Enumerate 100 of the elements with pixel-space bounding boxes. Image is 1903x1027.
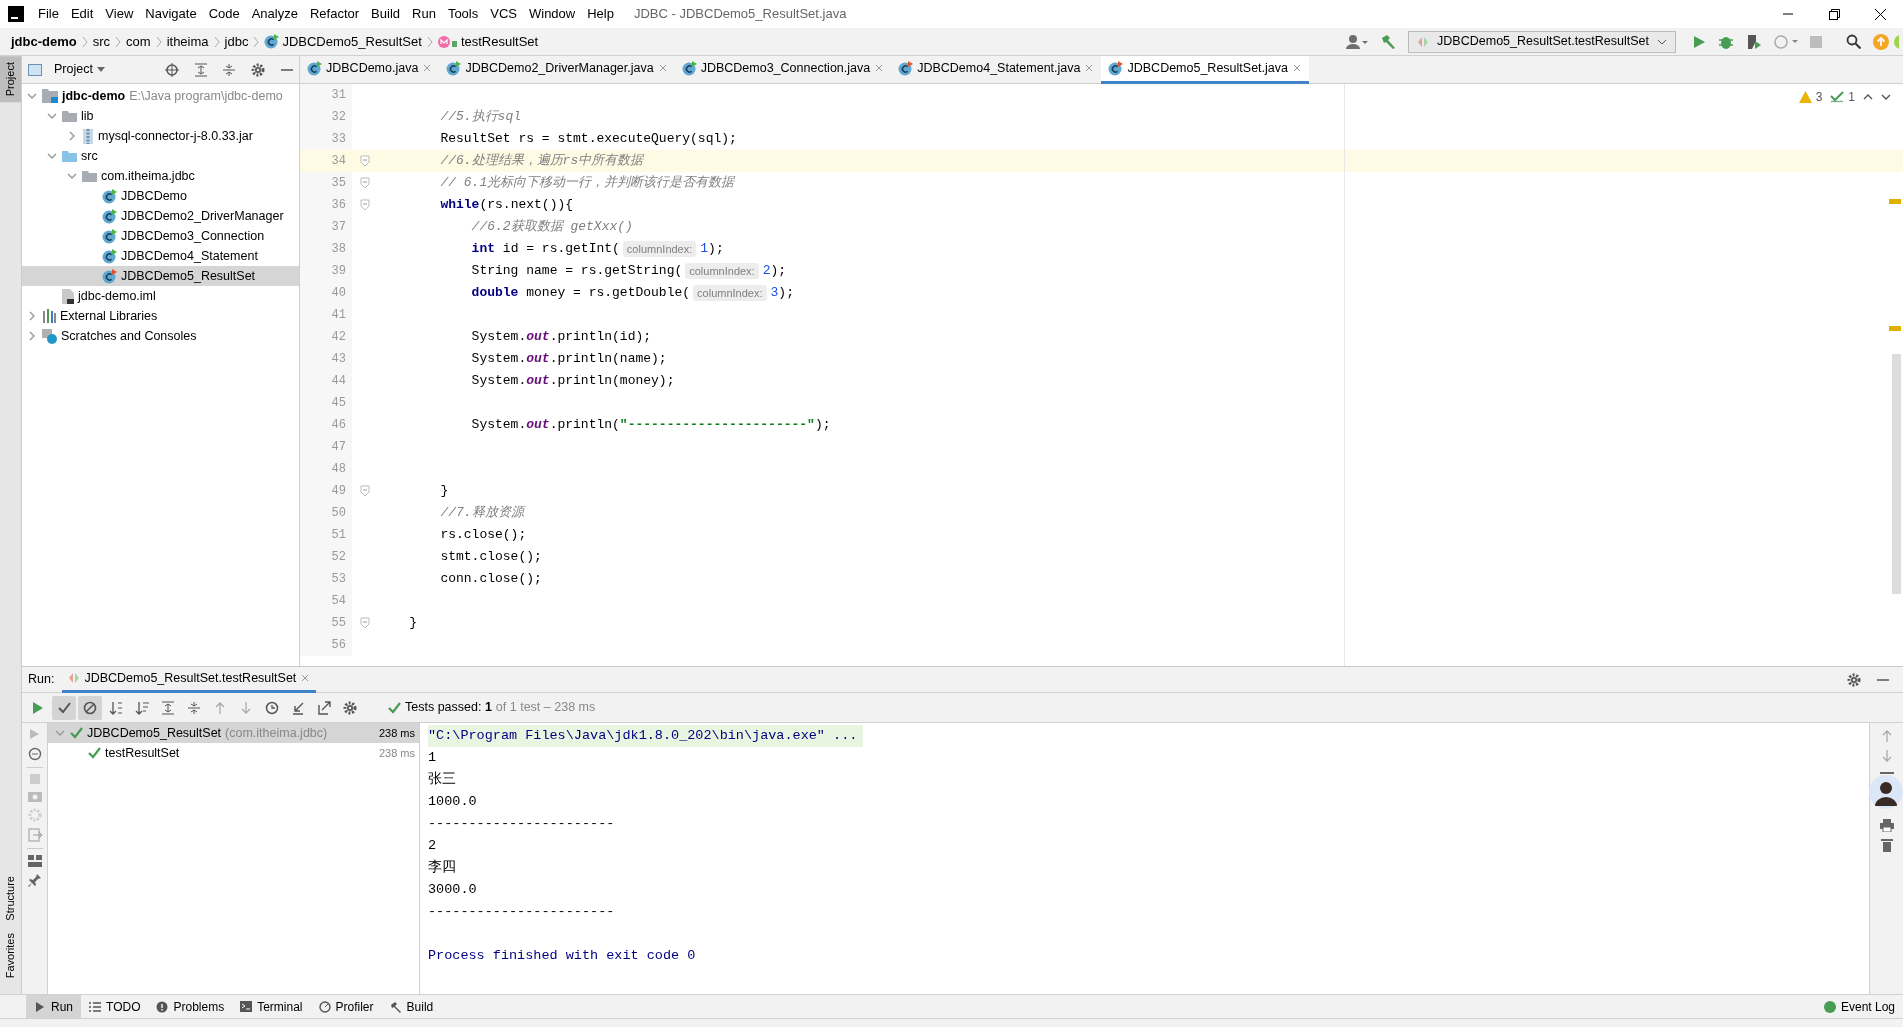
editor-tab[interactable]: JDBCDemo5_ResultSet.java [1101, 55, 1309, 84]
stop-icon[interactable] [29, 774, 40, 784]
tree-item[interactable]: JDBCDemo4_Statement [22, 246, 299, 266]
menu-item[interactable]: Help [581, 4, 620, 24]
tool-window-tab[interactable]: Project [0, 56, 21, 103]
tree-item[interactable]: JDBCDemo5_ResultSet [22, 266, 299, 286]
tool-window-button[interactable]: Terminal [232, 994, 311, 1019]
previous-icon[interactable] [1863, 94, 1873, 100]
show-passed-button[interactable] [52, 695, 76, 720]
code-line: System.out.println(money); [470, 372, 675, 391]
tree-item[interactable]: src [22, 146, 299, 166]
tree-item[interactable]: External Libraries [22, 306, 299, 326]
tool-window-button[interactable]: Problems [148, 994, 233, 1019]
code-line: //7.释放资源 [439, 504, 524, 523]
breadcrumb-item[interactable]: JDBCDemo5_ResultSet [261, 31, 425, 52]
run-icon[interactable] [1692, 34, 1706, 49]
hammer-icon[interactable] [1380, 34, 1397, 51]
menu-item[interactable]: Build [365, 4, 406, 24]
menu-item[interactable]: Code [202, 4, 246, 24]
menu-item[interactable]: Analyze [245, 4, 304, 24]
menu-item[interactable]: File [32, 4, 65, 24]
close-icon[interactable] [1874, 8, 1886, 20]
soft-wrap-icon[interactable] [1879, 769, 1894, 777]
collapse-all-icon[interactable] [223, 62, 235, 77]
print-icon[interactable] [1879, 819, 1894, 832]
tool-window-tab[interactable]: Favorites [0, 926, 21, 984]
restore-icon[interactable] [1828, 8, 1840, 20]
breadcrumb-item[interactable]: jdbc-demo [8, 31, 80, 52]
ignored-button[interactable] [78, 695, 102, 720]
coverage-icon[interactable] [1746, 33, 1762, 50]
tree-item[interactable]: JDBCDemo2_DriverManager [22, 206, 299, 226]
class-icon [102, 188, 117, 204]
settings-icon[interactable] [1847, 672, 1861, 687]
breadcrumb-item[interactable]: testResultSet [434, 31, 542, 52]
menu-item[interactable]: VCS [484, 4, 523, 24]
exit-icon[interactable] [27, 828, 42, 842]
breadcrumb-item[interactable]: itheima [163, 31, 212, 52]
tree-item[interactable]: JDBCDemo3_Connection [22, 226, 299, 246]
run-configuration-dropdown[interactable]: JDBCDemo5_ResultSet.testResultSet [1408, 30, 1676, 53]
fold-icon[interactable] [360, 617, 370, 629]
menu-item[interactable]: Edit [64, 4, 100, 24]
next-icon[interactable] [1881, 94, 1891, 100]
test-tree-item[interactable]: testResultSet 238 ms [48, 743, 419, 763]
editor-tab[interactable]: JDBCDemo4_Statement.java [891, 55, 1102, 84]
tree-item[interactable]: jdbc-demo E:\Java program\jdbc-demo [22, 86, 299, 106]
avatar-icon[interactable] [1869, 775, 1903, 809]
pin-icon[interactable] [27, 873, 42, 887]
up-arrow-icon[interactable] [1880, 729, 1893, 743]
tree-item[interactable]: lib [22, 106, 299, 126]
fold-icon[interactable] [360, 199, 370, 211]
typo-count[interactable]: 1 [1830, 88, 1855, 106]
menu-item[interactable]: View [99, 4, 140, 24]
search-icon[interactable] [1846, 34, 1861, 49]
expand-all-icon[interactable] [195, 62, 207, 77]
tool-window-button[interactable]: TODO [81, 994, 149, 1019]
update-icon[interactable] [1873, 33, 1889, 50]
tool-window-tab[interactable]: Structure [0, 870, 21, 927]
class-icon [1108, 60, 1124, 76]
tool-window-button[interactable]: Build [381, 994, 442, 1019]
locate-icon[interactable] [165, 62, 179, 77]
breadcrumb-item[interactable]: com [123, 31, 154, 52]
code-line: } [408, 614, 417, 633]
fold-icon[interactable] [360, 177, 370, 189]
event-log-button[interactable]: Event Log [1815, 994, 1903, 1019]
plugin-icon[interactable] [1893, 33, 1899, 50]
stop-icon[interactable] [1810, 35, 1822, 48]
fold-icon[interactable] [360, 155, 370, 167]
profile-icon[interactable] [1774, 33, 1798, 50]
layout-icon[interactable] [27, 855, 42, 867]
breadcrumb-item[interactable]: src [89, 31, 114, 52]
trash-icon[interactable] [1880, 838, 1893, 852]
gear-icon[interactable] [27, 808, 42, 822]
editor-tab[interactable]: JDBCDemo2_DriverManager.java [439, 55, 675, 84]
chevron-icon[interactable] [55, 728, 65, 738]
scrollbar-thumb[interactable] [1892, 354, 1901, 594]
tree-item[interactable]: JDBCDemo [22, 186, 299, 206]
tree-item[interactable]: jdbc-demo.iml [22, 286, 299, 306]
tool-window-button[interactable]: Run [26, 994, 81, 1019]
editor-tab[interactable]: JDBCDemo3_Connection.java [674, 55, 892, 84]
tree-item[interactable]: Scratches and Consoles [22, 326, 299, 346]
settings-icon[interactable] [251, 62, 265, 77]
warning-count[interactable]: 3 [1798, 88, 1823, 106]
tool-window-button[interactable]: Profiler [310, 994, 382, 1019]
breadcrumb-item[interactable]: jdbc [221, 31, 252, 52]
camera-icon[interactable] [27, 790, 42, 802]
editor-tab[interactable]: JDBCDemo.java [300, 55, 440, 84]
menu-item[interactable]: Run [406, 4, 442, 24]
test-tree-item[interactable]: JDBCDemo5_ResultSet (com.itheima.jdbc) 238 ms [48, 723, 419, 743]
tree-item[interactable]: mysql-connector-j-8.0.33.jar [22, 126, 299, 146]
user-icon[interactable] [1346, 33, 1369, 50]
project-view-dropdown[interactable]: Project [48, 59, 111, 80]
menu-item[interactable]: Refactor [303, 4, 366, 24]
tree-item[interactable]: com.itheima.jdbc [22, 166, 299, 186]
menu-item[interactable]: Tools [441, 4, 485, 24]
fold-icon[interactable] [360, 485, 370, 497]
line-number: 41 [300, 304, 352, 326]
menu-item[interactable]: Navigate [139, 4, 203, 24]
down-arrow-icon[interactable] [1880, 749, 1893, 763]
menu-item[interactable]: Window [522, 4, 582, 24]
toggle-auto-test-icon[interactable] [27, 747, 42, 761]
